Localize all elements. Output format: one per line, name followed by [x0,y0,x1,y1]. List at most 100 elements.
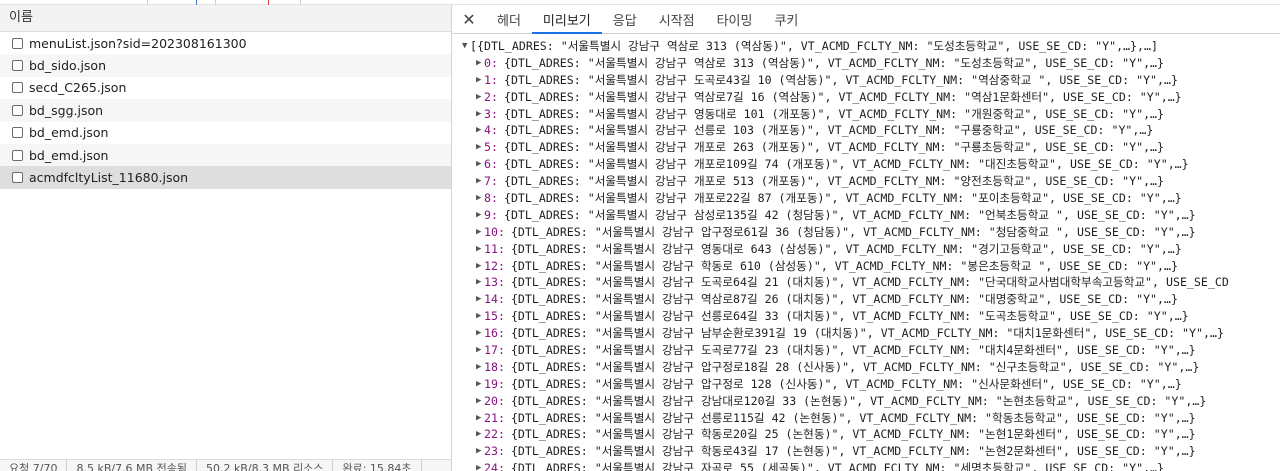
expand-triangle-icon[interactable]: ▶ [476,291,484,308]
tab-4[interactable]: 타이밍 [706,5,764,33]
request-list: menuList.json?sid=202308161300 bd_sido.js… [0,32,451,189]
json-array-item[interactable]: ▶ 7: {DTL_ADRES: "서울특별시 강남구 개포로 513 (개포동)"… [452,173,1280,190]
expand-triangle-icon[interactable]: ▶ [476,393,484,410]
json-item-index: 19: [484,376,505,391]
request-row[interactable]: bd_emd.json [0,122,451,144]
json-array-item[interactable]: ▶ 21: {DTL_ADRES: "서울특별시 강남구 선릉로115길 42 (논… [452,410,1280,427]
json-array-item[interactable]: ▶ 12: {DTL_ADRES: "서울특별시 강남구 학동로 610 (삼성동)… [452,258,1280,275]
expand-triangle-icon[interactable]: ▶ [476,342,484,359]
checkbox-icon[interactable] [12,127,23,139]
json-array-item[interactable]: ▶ 20: {DTL_ADRES: "서울특별시 강남구 강남대로120길 33 (… [452,393,1280,410]
json-array-item[interactable]: ▶ 8: {DTL_ADRES: "서울특별시 강남구 개포로22길 87 (개포동… [452,190,1280,207]
expand-triangle-icon[interactable]: ▶ [476,72,484,89]
tab-3[interactable]: 시작점 [648,5,706,33]
json-item-index: 17: [484,343,505,358]
json-array-item[interactable]: ▶ 9: {DTL_ADRES: "서울특별시 강남구 삼성로135길 42 (청담… [452,207,1280,224]
expand-triangle-icon[interactable]: ▶ [476,207,484,224]
json-array-item[interactable]: ▶ 16: {DTL_ADRES: "서울특별시 강남구 남부순환로391길 19 … [452,325,1280,342]
json-item-index: 6: [484,157,498,172]
expand-triangle-icon[interactable]: ▶ [476,376,484,393]
expand-triangle-icon[interactable]: ▶ [476,139,484,156]
json-item-value: {DTL_ADRES: "서울특별시 강남구 개포로 513 (개포동)", V… [503,174,1165,189]
json-item-value: {DTL_ADRES: "서울특별시 강남구 학동로 610 (삼성동)", V… [510,258,1178,273]
json-array-item[interactable]: ▶ 15: {DTL_ADRES: "서울특별시 강남구 선릉로64길 33 (대치… [452,308,1280,325]
json-array-item[interactable]: ▶ 5: {DTL_ADRES: "서울특별시 강남구 개포로 263 (개포동)"… [452,139,1280,156]
json-item-value: {DTL_ADRES: "서울특별시 강남구 영동대로 101 (개포동)", … [503,106,1165,121]
request-name: menuList.json?sid=202308161300 [29,35,247,51]
expand-triangle-icon[interactable]: ▶ [476,359,484,376]
checkbox-icon[interactable] [12,104,23,116]
json-array-item[interactable]: ▶ 19: {DTL_ADRES: "서울특별시 강남구 압구정로 128 (신사동… [452,376,1280,393]
json-root-summary: [{DTL_ADRES: "서울특별시 강남구 역삼로 313 (역삼동)", … [470,39,1158,53]
json-item-value: {DTL_ADRES: "서울특별시 강남구 선릉로 103 (개포동)", V… [503,123,1154,138]
expand-triangle-icon[interactable]: ▶ [476,325,484,342]
request-name: bd_emd.json [29,147,109,163]
request-name: acmdfcltyList_11680.json [29,170,189,186]
expand-triangle-icon[interactable]: ▶ [476,274,484,291]
expand-triangle-icon[interactable]: ▶ [476,190,484,207]
collapse-triangle-icon[interactable]: ▼ [462,38,470,55]
json-array-item[interactable]: ▶ 13: {DTL_ADRES: "서울특별시 강남구 도곡로64길 21 (대치… [452,274,1280,291]
expand-triangle-icon[interactable]: ▶ [476,89,484,106]
tab-1[interactable]: 미리보기 [531,5,602,34]
json-array-item[interactable]: ▶ 17: {DTL_ADRES: "서울특별시 강남구 도곡로77길 23 (대치… [452,342,1280,359]
checkbox-icon[interactable] [12,60,23,72]
expand-triangle-icon[interactable]: ▶ [476,308,484,325]
json-array-item[interactable]: ▶ 0: {DTL_ADRES: "서울특별시 강남구 역삼로 313 (역삼동)"… [452,55,1280,72]
json-array-item[interactable]: ▶ 2: {DTL_ADRES: "서울특별시 강남구 역삼로7길 16 (역삼동)… [452,89,1280,106]
json-root-row[interactable]: ▼ [{DTL_ADRES: "서울특별시 강남구 역삼로 313 (역삼동)"… [452,38,1280,55]
request-name: bd_sgg.json [29,102,104,118]
json-array-item[interactable]: ▶ 3: {DTL_ADRES: "서울특별시 강남구 영동대로 101 (개포동)… [452,106,1280,123]
json-array-item[interactable]: ▶ 24: {DTL_ADRES: "서울특별시 강남구 자곡로 55 (세곡동)"… [452,460,1280,471]
expand-triangle-icon[interactable]: ▶ [476,410,484,427]
tab-5[interactable]: 쿠키 [763,5,809,33]
json-array-item[interactable]: ▶ 4: {DTL_ADRES: "서울특별시 강남구 선릉로 103 (개포동)"… [452,122,1280,139]
expand-triangle-icon[interactable]: ▶ [476,460,484,471]
request-list-panel: 이름 menuList.json?sid=202308161300 bd_sido… [0,5,452,471]
checkbox-icon[interactable] [12,149,23,161]
request-row[interactable]: menuList.json?sid=202308161300 [0,32,451,54]
json-array-item[interactable]: ▶ 23: {DTL_ADRES: "서울특별시 강남구 학동로43길 17 (논현… [452,443,1280,460]
json-array-item[interactable]: ▶ 6: {DTL_ADRES: "서울특별시 강남구 개포로109길 74 (개포… [452,156,1280,173]
expand-triangle-icon[interactable]: ▶ [476,106,484,123]
json-item-value: {DTL_ADRES: "서울특별시 강남구 도곡로43길 10 (역삼동)",… [503,72,1178,87]
expand-triangle-icon[interactable]: ▶ [476,241,484,258]
tab-2[interactable]: 응답 [602,5,648,33]
json-item-index: 11: [484,241,505,256]
json-item-index: 7: [484,174,498,189]
json-array-item[interactable]: ▶ 10: {DTL_ADRES: "서울특별시 강남구 압구정로61길 36 (청… [452,224,1280,241]
expand-triangle-icon[interactable]: ▶ [476,173,484,190]
request-row[interactable]: acmdfcltyList_11680.json [0,166,451,189]
request-detail-panel: ✕ 헤더 미리보기 응답 시작점 타이밍 쿠키 ▼ [{DTL_ADRES: "서울특별시… [452,5,1280,471]
expand-triangle-icon[interactable]: ▶ [476,426,484,443]
close-icon[interactable]: ✕ [452,5,486,33]
expand-triangle-icon[interactable]: ▶ [476,443,484,460]
json-array-item[interactable]: ▶ 1: {DTL_ADRES: "서울특별시 강남구 도곡로43길 10 (역삼동… [452,72,1280,89]
json-item-index: 14: [484,292,505,307]
expand-triangle-icon[interactable]: ▶ [476,122,484,139]
request-row[interactable]: bd_emd.json [0,143,451,167]
expand-triangle-icon[interactable]: ▶ [476,224,484,241]
request-row[interactable]: secd_C265.json [0,77,451,99]
json-array-item[interactable]: ▶ 22: {DTL_ADRES: "서울특별시 강남구 학동로20길 25 (논현… [452,426,1280,443]
json-item-index: 23: [484,444,505,459]
request-row[interactable]: bd_sgg.json [0,99,451,122]
expand-triangle-icon[interactable]: ▶ [476,258,484,275]
checkbox-icon[interactable] [12,37,23,49]
json-item-value: {DTL_ADRES: "서울특별시 강남구 도곡로64길 21 (대치동)",… [510,275,1229,290]
tab-0[interactable]: 헤더 [486,5,532,33]
request-row[interactable]: bd_sido.json [0,54,451,77]
expand-triangle-icon[interactable]: ▶ [476,55,484,72]
status-text: 8.5 kB/7.6 MB 전송됨 [67,460,197,471]
checkbox-icon[interactable] [12,82,23,94]
status-text: 50.2 kB/8.3 MB 리소스 [197,460,334,471]
json-item-value: {DTL_ADRES: "서울특별시 강남구 역삼로87길 26 (대치동)",… [510,292,1178,307]
json-item-value: {DTL_ADRES: "서울특별시 강남구 선릉로115길 42 (논현동)"… [510,410,1196,425]
expand-triangle-icon[interactable]: ▶ [476,156,484,173]
name-column-header[interactable]: 이름 [0,5,451,32]
json-array-item[interactable]: ▶ 14: {DTL_ADRES: "서울특별시 강남구 역삼로87길 26 (대치… [452,291,1280,308]
status-text: 요청 7/70 [0,460,68,471]
checkbox-icon[interactable] [12,172,23,184]
json-array-item[interactable]: ▶ 18: {DTL_ADRES: "서울특별시 강남구 압구정로18길 28 (신… [452,359,1280,376]
json-array-item[interactable]: ▶ 11: {DTL_ADRES: "서울특별시 강남구 영동대로 643 (삼성동… [452,241,1280,258]
